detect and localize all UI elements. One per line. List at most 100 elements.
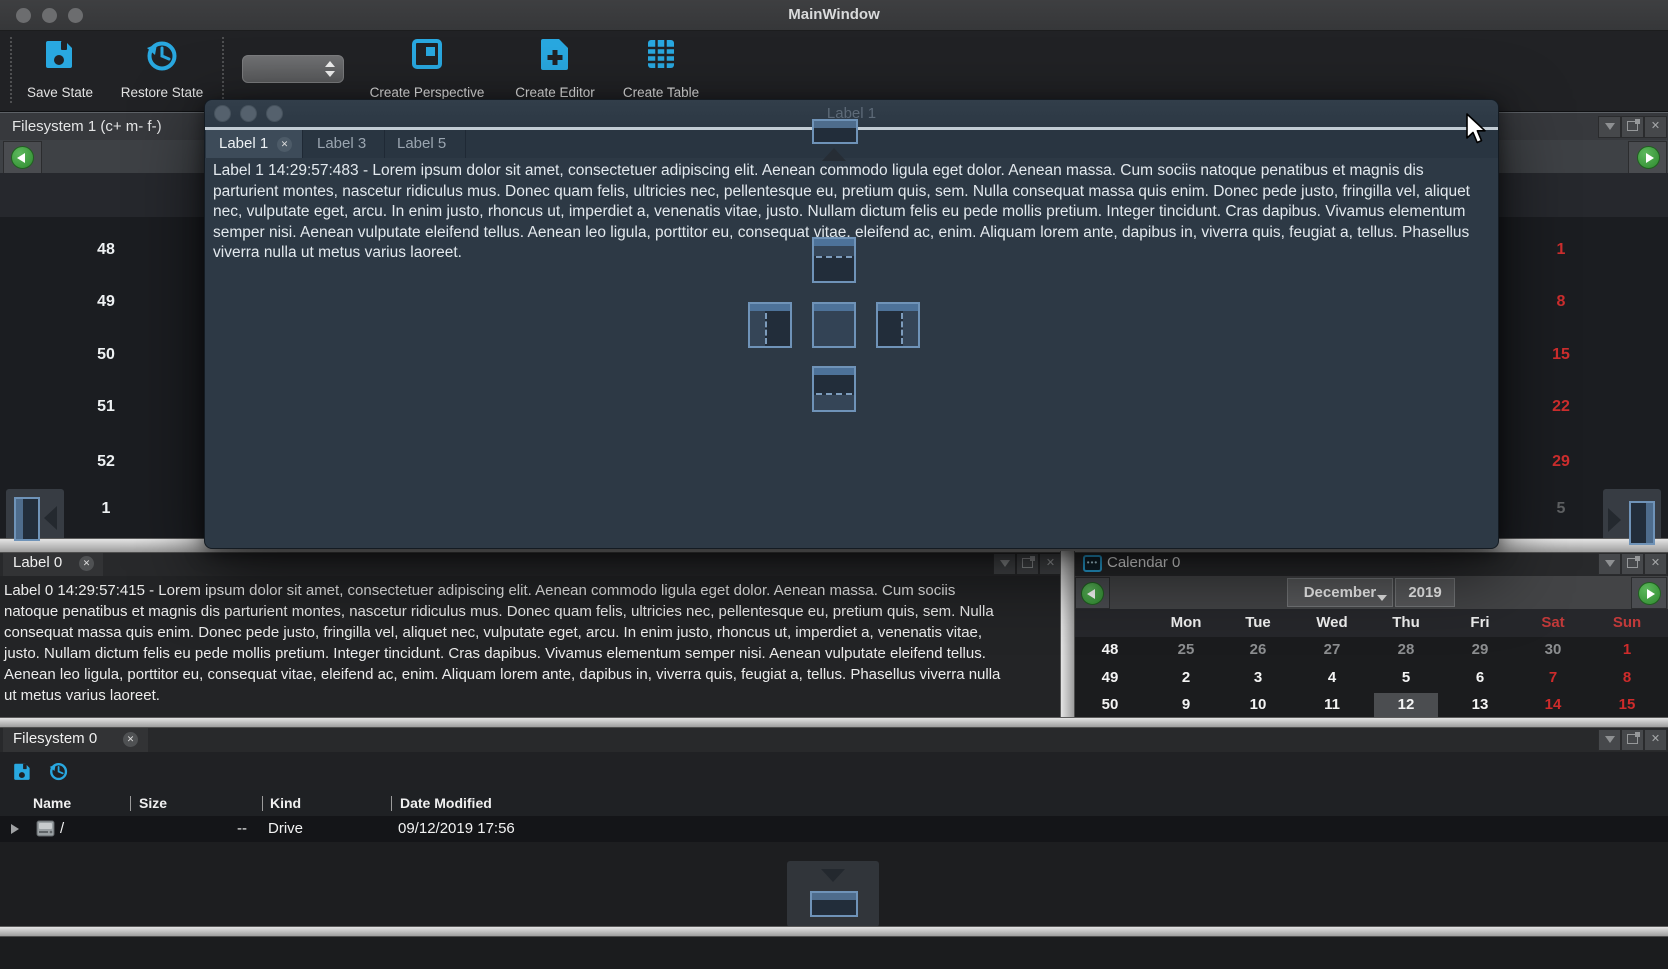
calendar1-week-number: 1 [76, 500, 136, 518]
calendar0-next-plate [1631, 577, 1667, 609]
table-row[interactable]: / -- Drive 09/12/2019 17:56 [0, 816, 1668, 842]
calendar0-day-cell[interactable]: 11 [1300, 696, 1364, 713]
calendar0-day-header: Sat [1521, 614, 1585, 631]
dock-close-button[interactable]: ✕ [1644, 729, 1667, 751]
restore-state-icon[interactable] [144, 38, 178, 72]
dock-close-button[interactable]: ✕ [1039, 553, 1062, 575]
calendar0-day-cell[interactable]: 12 [1374, 696, 1438, 713]
column-header-kind[interactable]: Kind [270, 795, 301, 811]
tab-close-icon[interactable]: ✕ [79, 556, 94, 571]
tab-close-icon[interactable]: ✕ [277, 137, 292, 152]
calendar1-sun-cell[interactable]: 29 [1531, 453, 1591, 471]
dock-close-button[interactable]: ✕ [1644, 116, 1667, 138]
drop-bottom-icon[interactable] [812, 366, 856, 412]
calendar0-day-cell[interactable]: 3 [1226, 669, 1290, 686]
drive-icon [36, 820, 55, 842]
calendar0-month-button[interactable]: December [1287, 578, 1393, 607]
label0-tab[interactable]: Label 0 ✕ [3, 551, 103, 576]
horizontal-scrollbar[interactable] [0, 926, 1668, 937]
create-table-icon[interactable] [645, 38, 677, 70]
column-header-size[interactable]: Size [139, 795, 167, 811]
calendar1-sun-cell[interactable]: 8 [1531, 293, 1591, 311]
dock-float-button[interactable] [1621, 553, 1644, 575]
calendar1-sun-cell[interactable]: 1 [1531, 241, 1591, 259]
calendar0-prev-month-button[interactable] [1081, 582, 1104, 605]
calendar1-sun-cell[interactable]: 5 [1531, 500, 1591, 518]
drop-right-edge-icon[interactable] [1629, 501, 1655, 545]
calendar0-next-month-button[interactable] [1638, 582, 1661, 605]
calendar1-sun-cell[interactable]: 15 [1531, 346, 1591, 364]
row-name: / [60, 820, 64, 837]
save-state-button[interactable]: Save State [14, 85, 106, 101]
calendar0-day-cell[interactable]: 10 [1226, 696, 1290, 713]
calendar0-day-cell[interactable]: 13 [1448, 696, 1512, 713]
calendar0-day-cell[interactable]: 7 [1521, 669, 1585, 686]
calendar0-day-cell[interactable]: 30 [1521, 641, 1585, 658]
drop-left-icon[interactable] [748, 302, 792, 348]
vertical-splitter[interactable] [1060, 551, 1075, 717]
tab-close-icon[interactable]: ✕ [123, 732, 138, 747]
expand-caret-icon[interactable] [11, 824, 19, 834]
label0-tab-label: Label 0 [13, 554, 62, 571]
column-separator[interactable] [391, 796, 392, 811]
horizontal-splitter[interactable] [0, 717, 1668, 728]
create-perspective-icon[interactable] [411, 38, 443, 70]
column-separator[interactable] [130, 796, 131, 811]
filesystem0-table-header: Name Size Kind Date Modified [0, 790, 1668, 816]
drop-bottom-edge-icon[interactable] [810, 891, 858, 917]
dock-close-button[interactable]: ✕ [1644, 553, 1667, 575]
restore-state-button[interactable]: Restore State [112, 85, 212, 101]
calendar0-day-cell[interactable]: 6 [1448, 669, 1512, 686]
dock-float-button[interactable] [1621, 116, 1644, 138]
calendar1-week-number: 52 [76, 453, 136, 471]
tab-label1[interactable]: Label 1 ✕ [206, 130, 302, 158]
save-state-icon[interactable] [44, 38, 76, 70]
calendar0-day-cell[interactable]: 14 [1521, 696, 1585, 713]
dock-menu-button[interactable] [1598, 553, 1621, 575]
calendar1-sun-cell[interactable]: 22 [1531, 398, 1591, 416]
dock-menu-button[interactable] [993, 553, 1016, 575]
create-editor-icon[interactable] [540, 37, 570, 71]
filesystem0-tab[interactable]: Filesystem 0 ✕ [3, 726, 148, 752]
save-icon[interactable] [13, 762, 32, 786]
dock-float-button[interactable] [1016, 553, 1039, 575]
arrow-left-icon [44, 506, 57, 530]
calendar0-day-cell[interactable]: 5 [1374, 669, 1438, 686]
calendar0-day-cell[interactable]: 27 [1300, 641, 1364, 658]
calendar0-week-number: 50 [1078, 696, 1142, 713]
column-header-date-modified[interactable]: Date Modified [400, 795, 492, 811]
calendar0-day-cell[interactable]: 26 [1226, 641, 1290, 658]
calendar0-day-cell[interactable]: 28 [1374, 641, 1438, 658]
tab-label3[interactable]: Label 3 [317, 130, 366, 158]
restore-icon[interactable] [48, 761, 68, 786]
calendar1-prev-month-button[interactable] [11, 146, 34, 169]
perspective-combobox[interactable] [242, 55, 344, 83]
dock-float-button[interactable] [1621, 729, 1644, 751]
calendar0-day-cell[interactable]: 25 [1154, 641, 1218, 658]
dock-menu-button[interactable] [1598, 729, 1621, 751]
label0-dock: Label 0 ✕ ✕ Label 0 14:29:57:415 - Lorem… [0, 551, 1060, 717]
drop-left-edge-icon[interactable] [14, 497, 40, 541]
calendar0-day-cell[interactable]: 8 [1595, 669, 1659, 686]
calendar0-year-spinner[interactable]: 2019 [1395, 578, 1455, 607]
float-icon [1627, 558, 1638, 568]
calendar0-day-cell[interactable]: 9 [1154, 696, 1218, 713]
calendar0-day-header: Thu [1374, 614, 1438, 631]
drop-top-edge-icon[interactable] [812, 119, 858, 144]
column-separator[interactable] [262, 796, 263, 811]
calendar0-day-cell[interactable]: 15 [1595, 696, 1659, 713]
dock-menu-button[interactable] [1598, 116, 1621, 138]
drop-top-icon[interactable] [812, 237, 856, 283]
calendar0-day-cell[interactable]: 2 [1154, 669, 1218, 686]
calendar1-next-month-button[interactable] [1637, 146, 1660, 169]
calendar0-day-cell[interactable]: 1 [1595, 641, 1659, 658]
calendar0-day-cell[interactable]: 4 [1300, 669, 1364, 686]
calendar0-grid[interactable]: 482526272829301492345678509101112131415 [1073, 637, 1668, 717]
drop-right-icon[interactable] [876, 302, 920, 348]
calendar0-day-cell[interactable]: 29 [1448, 641, 1512, 658]
column-header-name[interactable]: Name [33, 795, 71, 811]
label0-text: Label 0 14:29:57:415 - Lorem ipsum dolor… [4, 580, 1004, 706]
drop-center-icon[interactable] [812, 302, 856, 348]
calendar1-week-number: 49 [76, 293, 136, 311]
tab-label5[interactable]: Label 5 [397, 130, 446, 158]
